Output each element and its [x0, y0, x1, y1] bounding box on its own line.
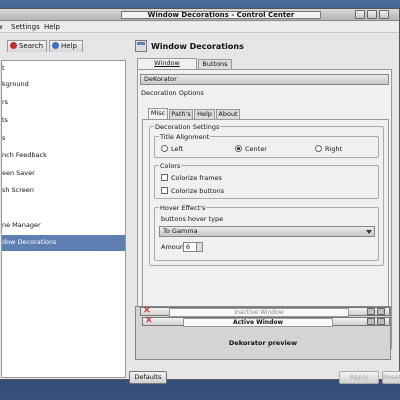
list-item[interactable] — [2, 201, 125, 217]
amount-spinbox[interactable]: 6 — [183, 242, 203, 252]
hover-type-select[interactable]: To Gamma — [159, 226, 375, 237]
list-item[interactable]: nch Feedback — [2, 148, 125, 164]
apply-button[interactable]: Apply — [339, 371, 379, 384]
tab-search[interactable]: Search — [7, 40, 47, 52]
title-alignment-label: Title Alignment — [159, 133, 211, 141]
maximize-button[interactable] — [367, 10, 377, 19]
decoration-options-label: Decoration Options — [141, 89, 204, 97]
hover-effects-group: Hover Effect's buttons hover type To Gam… — [154, 204, 379, 261]
list-item[interactable]: ts — [2, 113, 125, 129]
decoration-settings-group: Decoration Settings Title Alignment Left… — [149, 123, 384, 266]
minimize-icon — [367, 308, 375, 315]
hover-effects-label: Hover Effect's — [159, 204, 207, 212]
hover-type-label: buttons hover type — [161, 215, 224, 223]
list-item[interactable]: een Saver — [2, 166, 125, 182]
search-icon — [10, 42, 17, 49]
colorize-frames-checkbox[interactable]: Colorize frames — [161, 174, 222, 182]
reset-button[interactable]: Reset — [382, 371, 400, 384]
maximize-icon — [377, 318, 385, 325]
left-tab-bar: Search Help — [0, 40, 125, 52]
list-item-selected[interactable]: dow Decorations — [2, 235, 125, 251]
minimize-icon — [367, 318, 375, 325]
align-left-radio[interactable]: Left — [161, 145, 183, 153]
list-item[interactable]: s — [2, 131, 125, 147]
title-alignment-group: Title Alignment Left Center Right — [154, 133, 379, 158]
spin-buttons[interactable] — [196, 243, 202, 251]
decoration-settings-label: Decoration Settings — [154, 123, 221, 131]
align-right-radio[interactable]: Right — [315, 145, 342, 153]
window-titlebar[interactable]: Window Decorations - Control Center — [0, 9, 399, 21]
active-window-title: Active Window — [183, 318, 333, 327]
colors-group: Colors Colorize frames Colorize buttons — [154, 162, 379, 199]
close-button[interactable] — [379, 10, 389, 19]
help-icon — [52, 42, 59, 49]
align-center-radio[interactable]: Center — [235, 145, 267, 153]
window-title: Window Decorations - Control Center — [121, 11, 321, 19]
preview-caption: Dekorator preview — [228, 339, 298, 347]
page-title: Window Decorations — [151, 42, 244, 51]
tab-misc[interactable]: Misc — [148, 108, 168, 119]
menu-help[interactable]: Help — [44, 23, 60, 31]
close-icon: ✕ — [143, 306, 151, 316]
list-item[interactable]: sh Screen — [2, 183, 125, 199]
defaults-button[interactable]: Defaults — [129, 371, 167, 384]
menu-bar: w Settings Help — [0, 22, 399, 33]
misc-tab-panel: Decoration Settings Title Alignment Left… — [142, 119, 389, 314]
colors-label: Colors — [159, 162, 182, 170]
list-item[interactable]: rs — [2, 95, 125, 111]
maximize-icon — [377, 308, 385, 315]
control-center-window: Window Decorations - Control Center w Se… — [0, 8, 400, 384]
active-window-bar: ✕ Active Window — [142, 316, 390, 327]
decoration-preview: ✕ Inactive Window ✕ Active Window Dekora… — [135, 306, 391, 360]
menu-view[interactable]: w — [0, 23, 3, 31]
tab-help[interactable]: Help — [49, 40, 83, 52]
chevron-down-icon — [366, 230, 372, 234]
list-item[interactable]: t — [2, 61, 125, 77]
colorize-buttons-checkbox[interactable]: Colorize buttons — [161, 187, 224, 195]
list-item[interactable]: kground — [2, 77, 125, 93]
inactive-window-bar: ✕ Inactive Window — [140, 306, 390, 317]
close-icon: ✕ — [145, 316, 153, 326]
module-panel: Window Decorations Window Decoration But… — [127, 40, 400, 385]
inactive-window-title: Inactive Window — [169, 308, 349, 317]
list-item[interactable]: ne Manager — [2, 218, 125, 234]
decorator-select[interactable]: DeKorator — [140, 74, 389, 85]
module-list[interactable]: t kground rs ts s nch Feedback een Saver… — [1, 60, 126, 378]
tab-window-decoration[interactable]: Window Decoration — [137, 58, 197, 76]
window-decorations-icon — [135, 40, 147, 52]
menu-settings[interactable]: Settings — [11, 23, 40, 31]
minimize-button[interactable] — [355, 10, 365, 19]
